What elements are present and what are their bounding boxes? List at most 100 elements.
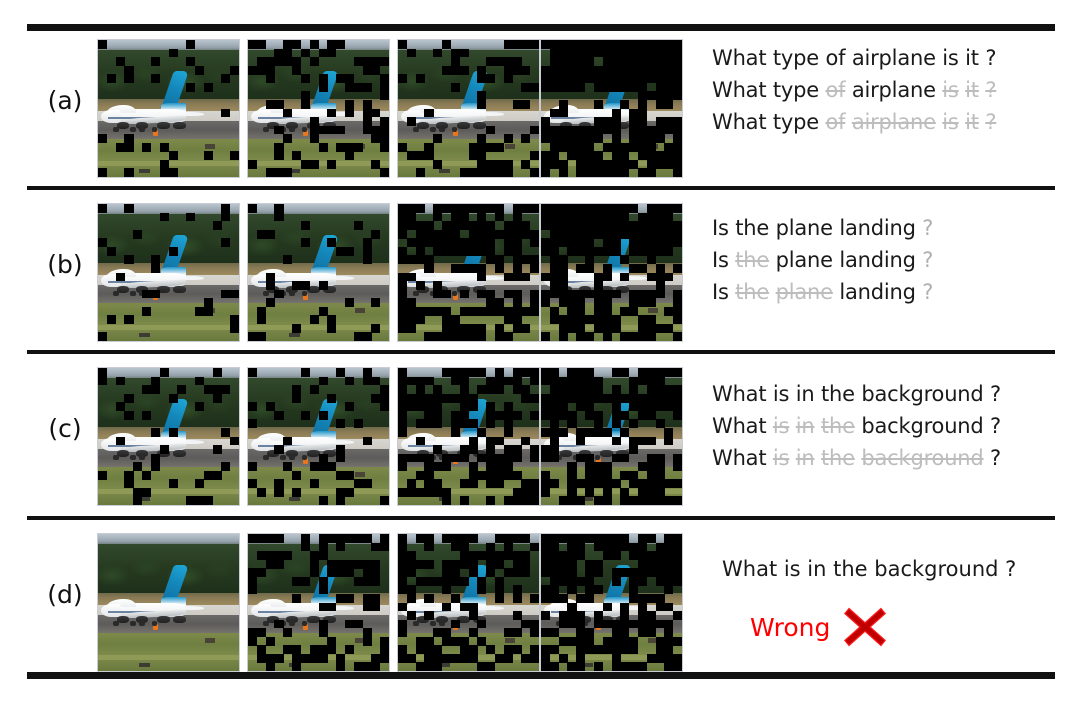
row-b-image-3: [397, 203, 540, 342]
question-word: it: [965, 110, 979, 134]
question-word: Is: [712, 280, 729, 304]
row-b-questions: Is the plane landing ? Is the plane landi…: [712, 212, 1057, 308]
question-word: of: [825, 46, 846, 70]
question-word: ?: [922, 280, 934, 304]
row-d-image-2: [247, 533, 390, 672]
divider-a-b: [27, 186, 1055, 190]
question-word: background: [861, 414, 984, 438]
x-mark-icon: [844, 607, 887, 647]
question-word: in: [795, 446, 815, 470]
question-word: the: [735, 216, 770, 240]
row-a-image-1: [97, 39, 240, 178]
question-word: is: [942, 78, 959, 102]
mask-overlay: [248, 204, 389, 341]
question-word: of: [825, 110, 846, 134]
question-word: plane: [775, 216, 833, 240]
question-word: type: [772, 110, 819, 134]
question-word: Is: [712, 216, 729, 240]
question-word: What: [712, 110, 767, 134]
row-label-d: (d): [47, 580, 83, 609]
row-c-image-2: [247, 367, 390, 506]
question-word: ?: [985, 46, 997, 70]
mask-overlay: [541, 40, 682, 177]
bottom-divider: [27, 672, 1055, 679]
row-c: (c) What is in the background ? What is …: [0, 364, 1080, 509]
row-a-image-3: [397, 39, 540, 178]
question-word: ?: [990, 414, 1001, 438]
question-word: ?: [990, 382, 1001, 406]
question-word: in: [795, 414, 815, 438]
divider-c-d: [27, 516, 1055, 520]
mask-overlay: [248, 368, 389, 505]
question-word: is: [942, 110, 959, 134]
row-a-image-4: [540, 39, 683, 178]
question-word: Is: [712, 248, 729, 272]
row-d-image-4: [540, 533, 683, 672]
row-b-image-1: [97, 203, 240, 342]
row-label-b: (b): [47, 250, 83, 279]
row-label-a: (a): [47, 86, 83, 115]
mask-overlay: [98, 204, 239, 341]
mask-overlay: [398, 40, 539, 177]
question-word: the: [820, 382, 855, 406]
row-c-questions: What is in the background ? What is in th…: [712, 378, 1057, 474]
question-word: is: [772, 382, 790, 406]
question-word: ?: [922, 248, 934, 272]
row-a-questions: What type of airplane is it ? What type o…: [712, 42, 1057, 138]
question-line: Is the plane landing ?: [712, 212, 1057, 244]
mask-overlay: [398, 204, 539, 341]
question-word: What: [712, 78, 767, 102]
row-d: (d) What is in the background ? Wrong: [0, 530, 1080, 675]
question-line: What is in the background ?: [712, 378, 1057, 410]
question-line: Is the plane landing ?: [712, 244, 1057, 276]
question-line: What is in the background ?: [712, 442, 1057, 474]
question-word: ?: [985, 110, 997, 134]
row-d-answer: What is in the background ? Wrong: [722, 554, 1067, 648]
mask-overlay: [541, 534, 682, 671]
question-word: landing: [839, 216, 916, 240]
mask-overlay: [541, 204, 682, 341]
question-word: plane: [775, 248, 833, 272]
verdict-label: Wrong: [750, 612, 831, 642]
mask-overlay: [98, 534, 239, 671]
question-word: airplane: [851, 78, 936, 102]
question-word: is: [942, 46, 959, 70]
row-b-image-2: [247, 203, 390, 342]
figure-panel: (a) What type of airplane is it ? What t…: [0, 0, 1080, 701]
question-word: background: [861, 382, 984, 406]
question-word: type: [772, 78, 819, 102]
row-c-image-4: [540, 367, 683, 506]
row-b-image-4: [540, 203, 683, 342]
question-word: ?: [922, 216, 934, 240]
question-word: the: [820, 414, 855, 438]
mask-overlay: [248, 534, 389, 671]
row-c-image-3: [397, 367, 540, 506]
question-word: What: [712, 46, 767, 70]
question-word: landing: [839, 248, 916, 272]
question-word: airplane: [851, 110, 936, 134]
question-word: What: [712, 446, 767, 470]
question-word: it: [965, 46, 979, 70]
question-word: ?: [985, 78, 997, 102]
row-d-image-3: [397, 533, 540, 672]
top-divider: [27, 24, 1055, 31]
mask-overlay: [398, 534, 539, 671]
question-line: What type of airplane is it ?: [712, 106, 1057, 138]
question-word: is: [772, 446, 790, 470]
row-b: (b) Is the plane landing ? Is the plane …: [0, 200, 1080, 345]
row-d-image-1: [97, 533, 240, 672]
row-c-image-1: [97, 367, 240, 506]
verdict-block: Wrong: [750, 606, 1067, 648]
row-label-c: (c): [48, 414, 82, 443]
mask-overlay: [98, 368, 239, 505]
question-word: of: [825, 78, 846, 102]
question-line: Is the plane landing ?: [712, 276, 1057, 308]
question-word: background: [861, 446, 984, 470]
divider-b-c: [27, 350, 1055, 354]
question-line: What type of airplane is it ?: [712, 74, 1057, 106]
mask-overlay: [248, 40, 389, 177]
question-word: ?: [990, 446, 1001, 470]
mask-overlay: [98, 40, 239, 177]
question-word: in: [795, 382, 815, 406]
mask-overlay: [398, 368, 539, 505]
